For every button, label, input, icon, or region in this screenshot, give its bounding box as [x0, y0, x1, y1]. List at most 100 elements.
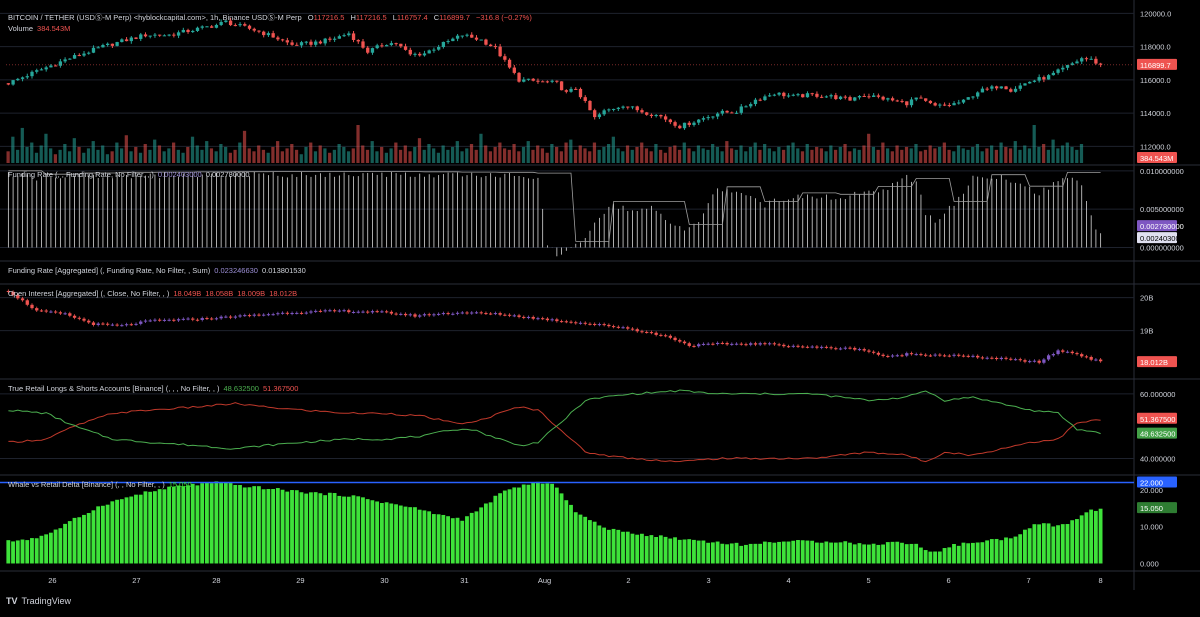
volume-bar: [58, 149, 62, 163]
oi-candle: [262, 314, 266, 316]
volume-bar: [692, 151, 696, 163]
oi-candle: [205, 318, 209, 320]
oi-candle: [829, 347, 833, 349]
price-candle: [247, 25, 252, 29]
oi-candle: [701, 343, 706, 345]
price-candle: [739, 106, 743, 113]
oi-candle: [545, 318, 550, 321]
whale-delta-bar: [871, 543, 876, 564]
oi-candle: [990, 357, 994, 359]
price-candle: [503, 56, 507, 60]
volume-bar: [1023, 145, 1027, 163]
price-candle: [238, 24, 242, 26]
price-candle: [824, 96, 829, 98]
whale-delta-bar: [238, 485, 242, 564]
oi-candle: [876, 352, 881, 355]
volume-bar: [966, 149, 970, 163]
volume-bar: [517, 151, 521, 163]
price-candle: [555, 80, 559, 82]
volume-bar: [446, 149, 450, 163]
whale-delta-bar: [436, 514, 441, 564]
whale-delta-bar: [413, 507, 417, 564]
whale-delta-bar: [862, 544, 867, 564]
whale-delta-bar: [767, 542, 772, 564]
whale-tick-label: 0.000: [1140, 559, 1159, 568]
volume-bar: [956, 145, 961, 163]
volume-bar: [640, 142, 644, 163]
price-candle: [280, 39, 285, 41]
price-candle: [120, 39, 124, 43]
volume-bar: [914, 144, 918, 163]
oi-candle: [715, 342, 720, 345]
volume-bar: [209, 148, 214, 163]
price-candle: [749, 104, 753, 107]
whale-delta-bar: [294, 490, 299, 564]
price-candle: [200, 26, 204, 28]
volume-bar: [1032, 125, 1036, 163]
chart-root[interactable]: 120000.0 118000.0 116000.0 114000.0 112000.0…: [0, 0, 1200, 612]
volume-bar: [644, 148, 649, 163]
whale-delta-bar: [441, 514, 446, 564]
price-candle: [474, 37, 479, 40]
whale-delta-bar: [431, 514, 436, 564]
brand-name: TradingView: [21, 596, 72, 606]
price-candle: [526, 78, 531, 80]
oi-candle: [484, 313, 488, 315]
volume-bar: [980, 151, 984, 163]
volume-bar: [361, 145, 365, 163]
oi-candle: [507, 314, 512, 316]
whale-delta-bar: [346, 496, 351, 564]
volume-bar: [15, 149, 20, 163]
volume-bar: [233, 149, 237, 163]
whale-delta-bar: [455, 517, 460, 564]
volume-bar: [885, 148, 890, 163]
price-candle: [843, 96, 847, 98]
whale-delta-bar: [994, 538, 999, 564]
price-candle: [976, 92, 980, 97]
price-candle: [569, 88, 573, 92]
whale-delta-bar: [422, 510, 427, 564]
price-candle: [153, 34, 157, 36]
tradingview-brand[interactable]: TV TradingView: [6, 596, 71, 606]
whale-delta-bar: [82, 514, 86, 564]
whale-delta-bar: [734, 542, 739, 564]
whale-delta-bar: [512, 487, 517, 564]
price-candle: [205, 26, 209, 28]
oi-candle: [593, 323, 597, 325]
volume-bar: [171, 142, 176, 163]
price-candle: [1037, 77, 1041, 81]
whale-delta-bar: [493, 495, 498, 564]
volume-bar: [460, 151, 464, 163]
oi-candle: [711, 343, 715, 345]
price-candle: [607, 109, 611, 111]
price-candle: [484, 39, 488, 45]
price-candle: [786, 95, 791, 97]
whale-delta-bar: [900, 542, 904, 564]
volume-bar: [309, 142, 313, 163]
price-candle: [252, 28, 256, 31]
volume-bar: [985, 148, 989, 163]
oi-candle: [820, 346, 824, 348]
volume-bar: [668, 146, 672, 163]
oi-candle: [583, 322, 587, 324]
whale-delta-bar: [39, 535, 44, 564]
volume-bar: [304, 146, 308, 163]
price-candle: [952, 103, 956, 106]
whale-delta-bar: [91, 510, 96, 564]
chart-canvas[interactable]: 120000.0 118000.0 116000.0 114000.0 112000.0…: [0, 0, 1200, 612]
volume-bar: [607, 144, 611, 163]
whale-delta-bar: [271, 489, 276, 564]
volume-bar: [999, 142, 1003, 163]
whale-delta-bar: [885, 542, 890, 564]
oi-candle: [489, 313, 493, 315]
whale-delta-bar: [748, 543, 753, 564]
price-candle: [1023, 83, 1027, 86]
oi-candle: [725, 343, 729, 345]
volume-bar: [815, 146, 819, 163]
oi-value-1: 18.049B: [173, 289, 202, 298]
volume-bar: [824, 151, 828, 163]
price-candle: [408, 49, 412, 55]
time-tick-label: 28: [212, 576, 220, 585]
whale-delta-bar: [597, 525, 602, 564]
price-candle: [971, 96, 975, 98]
